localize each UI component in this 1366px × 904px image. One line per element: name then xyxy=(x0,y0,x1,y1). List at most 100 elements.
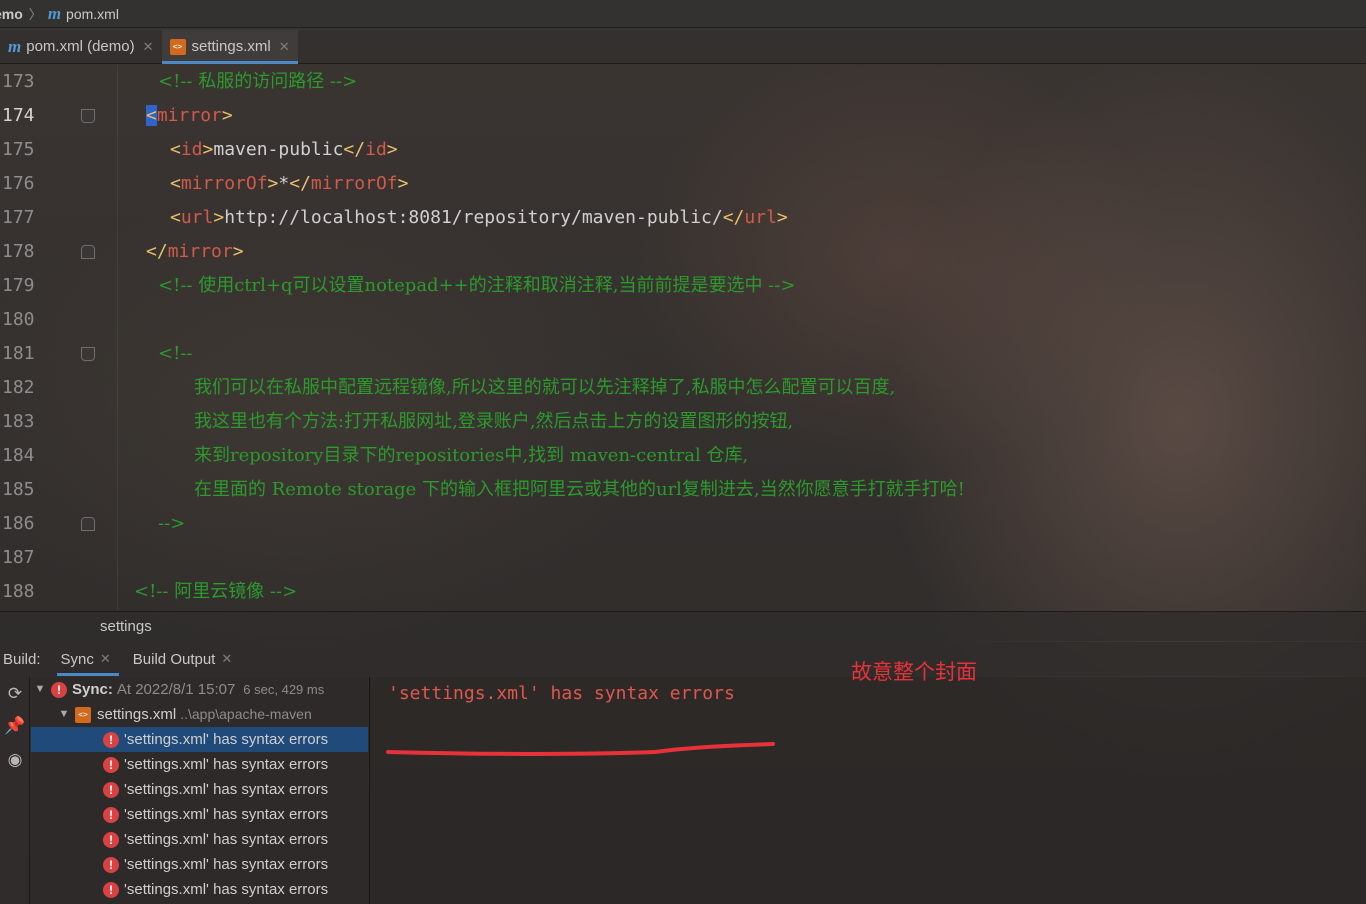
error-label: 'settings.xml' has syntax errors xyxy=(124,831,329,848)
error-row[interactable]: ! 'settings.xml' has syntax errors xyxy=(31,852,368,877)
tag-bracket: > xyxy=(213,207,225,228)
code-line[interactable]: 188 <!-- 阿里云镜像 --> xyxy=(0,575,1366,609)
file-node-label: settings.xml xyxy=(97,706,177,723)
code-line[interactable]: 186 --> xyxy=(0,507,1366,541)
code-comment: 我这里也有个方法:打开私服网址,登录账户,然后点击上方的设置图形的按钮, xyxy=(194,411,794,432)
code-content: <url>http://localhost:8081/repository/ma… xyxy=(170,201,788,235)
code-line[interactable]: 185 在里面的 Remote storage 下的输入框把阿里云或其他的url… xyxy=(0,473,1366,507)
code-line[interactable]: 181 <!-- xyxy=(0,337,1366,371)
error-label: 'settings.xml' has syntax errors xyxy=(124,856,329,873)
pin-icon[interactable]: 📌 xyxy=(4,715,26,737)
code-editor[interactable]: 173 <!-- 私服的访问路径 --> 174 <mirror> 175 < i… xyxy=(0,65,1366,610)
error-row[interactable]: ! 'settings.xml' has syntax errors xyxy=(31,802,368,827)
build-title: Build: xyxy=(3,650,41,668)
error-row[interactable]: ! 'settings.xml' has syntax errors xyxy=(31,752,368,777)
error-icon: ! xyxy=(103,831,119,848)
code-line[interactable]: 173 <!-- 私服的访问路径 --> xyxy=(0,65,1366,99)
tag-bracket: </ xyxy=(343,139,366,160)
code-line[interactable]: 177 <url>http://localhost:8081/repositor… xyxy=(0,201,1366,235)
error-label: 'settings.xml' has syntax errors xyxy=(124,781,329,798)
sync-node[interactable]: ▼ ! Sync: At 2022/8/1 15:07 6 sec, 429 m… xyxy=(31,677,368,702)
close-icon[interactable]: ✕ xyxy=(143,39,154,55)
chevron-down-icon[interactable]: ▼ xyxy=(33,677,47,702)
tag-bracket: > xyxy=(397,173,409,194)
breadcrumb-file[interactable]: m pom.xml xyxy=(48,4,119,24)
tag-value: maven-public xyxy=(213,139,344,160)
annotation-text: 故意整个封面 xyxy=(851,660,977,684)
reload-icon[interactable]: ⟳ xyxy=(4,683,26,705)
chevron-down-icon[interactable]: ▼ xyxy=(57,702,71,727)
close-icon[interactable]: ✕ xyxy=(221,651,232,667)
code-line[interactable]: 187 xyxy=(0,541,1366,575)
tab-build-output[interactable]: Build Output ✕ xyxy=(129,642,236,676)
tab-sync[interactable]: Sync ✕ xyxy=(56,642,120,676)
error-icon: ! xyxy=(51,681,67,698)
tag-bracket: </ xyxy=(289,173,311,194)
error-row[interactable]: ! 'settings.xml' has syntax errors xyxy=(31,727,368,752)
code-line[interactable]: 176 <mirrorOf>*</mirrorOf> xyxy=(0,167,1366,201)
line-number: 179 xyxy=(2,275,35,296)
fold-marker-icon[interactable] xyxy=(81,109,95,123)
tag-name: url xyxy=(180,207,214,228)
code-line[interactable]: 174 <mirror> xyxy=(0,99,1366,133)
tag-bracket: < xyxy=(170,207,181,228)
line-number: 173 xyxy=(2,71,35,92)
error-row[interactable]: ! 'settings.xml' has syntax errors xyxy=(31,827,368,852)
file-node[interactable]: ▼ <> settings.xml ..\app\apache-maven xyxy=(31,702,368,727)
close-icon[interactable]: ✕ xyxy=(279,39,290,55)
sync-time: At 2022/8/1 15:07 xyxy=(116,681,236,698)
code-line[interactable]: 182 我们可以在私服中配置远程镜像,所以这里的就可以先注释掉了,私服中怎么配置… xyxy=(0,371,1366,405)
error-row[interactable]: ! 'settings.xml' has syntax errors xyxy=(31,777,368,802)
line-number: 180 xyxy=(2,309,35,330)
fold-marker-icon[interactable] xyxy=(81,347,95,361)
line-number: 185 xyxy=(2,479,35,500)
fold-marker-icon[interactable] xyxy=(81,245,95,259)
xml-breadcrumb[interactable]: settings xyxy=(0,611,1366,641)
line-number: 181 xyxy=(2,343,35,364)
xml-file-icon: <> xyxy=(75,706,91,723)
code-content: <mirror> xyxy=(146,99,233,133)
build-output-panel[interactable]: 'settings.xml' has syntax errors xyxy=(369,677,1366,904)
fold-marker-icon[interactable] xyxy=(81,517,95,531)
navigation-breadcrumb: emo 〉 m pom.xml xyxy=(0,0,1366,28)
tag-name: url xyxy=(744,207,777,228)
file-node-path: ..\app\apache-maven xyxy=(180,706,312,722)
tag-bracket: </ xyxy=(146,241,168,262)
code-line[interactable]: 180 xyxy=(0,303,1366,337)
tab-pom-xml[interactable]: m pom.xml (demo) ✕ xyxy=(0,30,162,63)
tab-label: pom.xml (demo) xyxy=(26,38,135,55)
tag-name: mirrorOf xyxy=(180,173,268,194)
tag-name: mirror xyxy=(167,241,233,262)
code-content: <mirrorOf>*</mirrorOf> xyxy=(170,167,408,201)
error-label: 'settings.xml' has syntax errors xyxy=(124,731,329,748)
line-number: 183 xyxy=(2,411,35,432)
code-line[interactable]: 184 来到repository目录下的repositories中,找到 mav… xyxy=(0,439,1366,473)
tag-bracket: </ xyxy=(722,207,745,228)
maven-icon: m xyxy=(47,3,62,23)
breadcrumb-file-label: pom.xml xyxy=(66,5,119,22)
line-number: 188 xyxy=(2,581,35,602)
line-number: 184 xyxy=(2,445,35,466)
tag-bracket: < xyxy=(170,173,181,194)
code-line[interactable]: 179 <!-- 使用ctrl+q可以设置notepad++的注释和取消注释,当… xyxy=(0,269,1366,303)
line-number: 187 xyxy=(2,547,35,568)
tag-name: id xyxy=(180,139,203,160)
tag-value: http://localhost:8081/repository/maven-p… xyxy=(224,207,723,228)
red-underline-annotation xyxy=(386,742,775,756)
tag-name: mirror xyxy=(156,105,222,126)
code-line[interactable]: 175 <id>maven-public</id> xyxy=(0,133,1366,167)
breadcrumb-project[interactable]: emo xyxy=(0,6,23,22)
line-number: 176 xyxy=(2,173,35,194)
xml-file-icon: <> xyxy=(169,38,186,55)
code-line[interactable]: 178 </mirror> xyxy=(0,235,1366,269)
code-line[interactable]: 183 我这里也有个方法:打开私服网址,登录账户,然后点击上方的设置图形的按钮, xyxy=(0,405,1366,439)
build-tree: ▼ ! Sync: At 2022/8/1 15:07 6 sec, 429 m… xyxy=(31,677,368,904)
line-number: 175 xyxy=(2,139,35,160)
build-tool-window-header: Build: Sync ✕ Build Output ✕ xyxy=(0,642,1366,676)
code-content: </mirror> xyxy=(146,235,244,269)
eye-icon[interactable]: ◉ xyxy=(4,749,26,771)
close-icon[interactable]: ✕ xyxy=(100,651,111,667)
tab-settings-xml[interactable]: <> settings.xml ✕ xyxy=(161,30,298,64)
error-row[interactable]: ! 'settings.xml' has syntax errors xyxy=(31,877,368,902)
tag-bracket: > xyxy=(221,105,233,126)
